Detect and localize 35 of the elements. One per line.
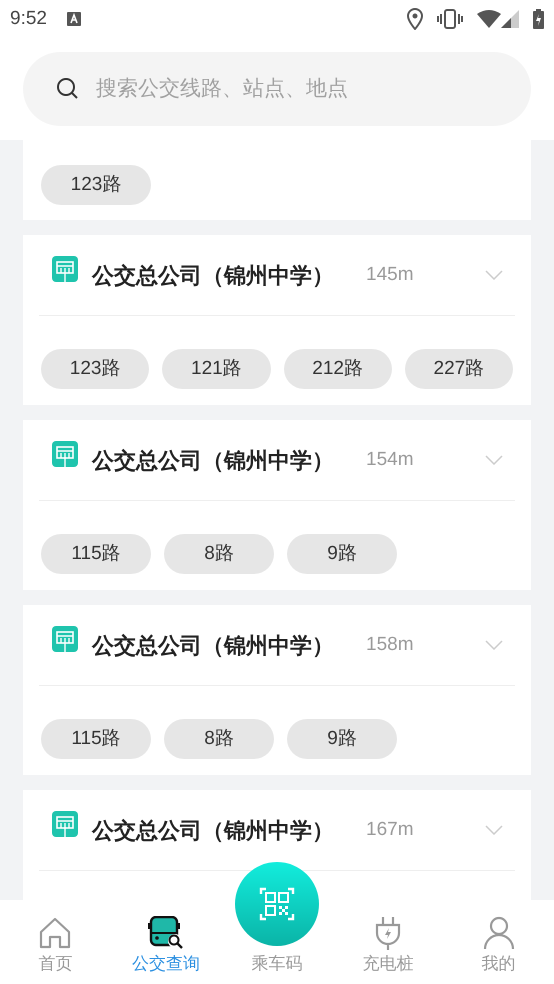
qr-code-button[interactable] [235,862,319,946]
route-chip[interactable]: 9路 [287,534,397,574]
route-chip[interactable]: 212路 [284,349,392,389]
station-distance: 158m [366,632,414,657]
route-chip[interactable]: 121路 [162,349,270,389]
route-chip[interactable]: 8路 [164,719,274,759]
battery-icon [533,9,544,29]
chevron-down-icon[interactable] [485,270,503,280]
status-time: 9:52 [10,6,47,31]
search-field[interactable]: 搜索公交线路、站点、地点 [23,52,531,126]
route-chip[interactable]: 123路 [41,165,151,205]
signal-icon [501,10,519,28]
station-name: 公交总公司（锦州中学） [92,262,334,290]
chevron-down-icon[interactable] [485,640,503,650]
route-chip[interactable]: 9路 [287,719,397,759]
station-distance: 145m [366,262,414,287]
station-distance: 167m [366,818,414,842]
home-icon [38,916,72,950]
route-chip[interactable]: 227路 [404,349,513,389]
route-chip[interactable]: 115路 [41,534,151,574]
station-name: 公交总公司（锦州中学） [92,446,334,474]
bus-search-icon [148,916,184,950]
chevron-down-icon[interactable] [485,825,503,835]
vibrate-icon [437,9,463,29]
chevron-down-icon[interactable] [485,455,503,465]
route-chip[interactable]: 123路 [41,349,150,389]
station-name: 公交总公司（锦州中学） [92,632,334,660]
search-icon [56,77,80,101]
keyboard-icon [66,12,81,26]
station-name: 公交总公司（锦州中学） [92,816,334,844]
station-distance: 154m [366,448,414,472]
user-icon [482,916,515,950]
location-icon [407,8,423,30]
route-chip[interactable]: 8路 [164,534,274,574]
route-chip[interactable]: 115路 [41,719,151,759]
